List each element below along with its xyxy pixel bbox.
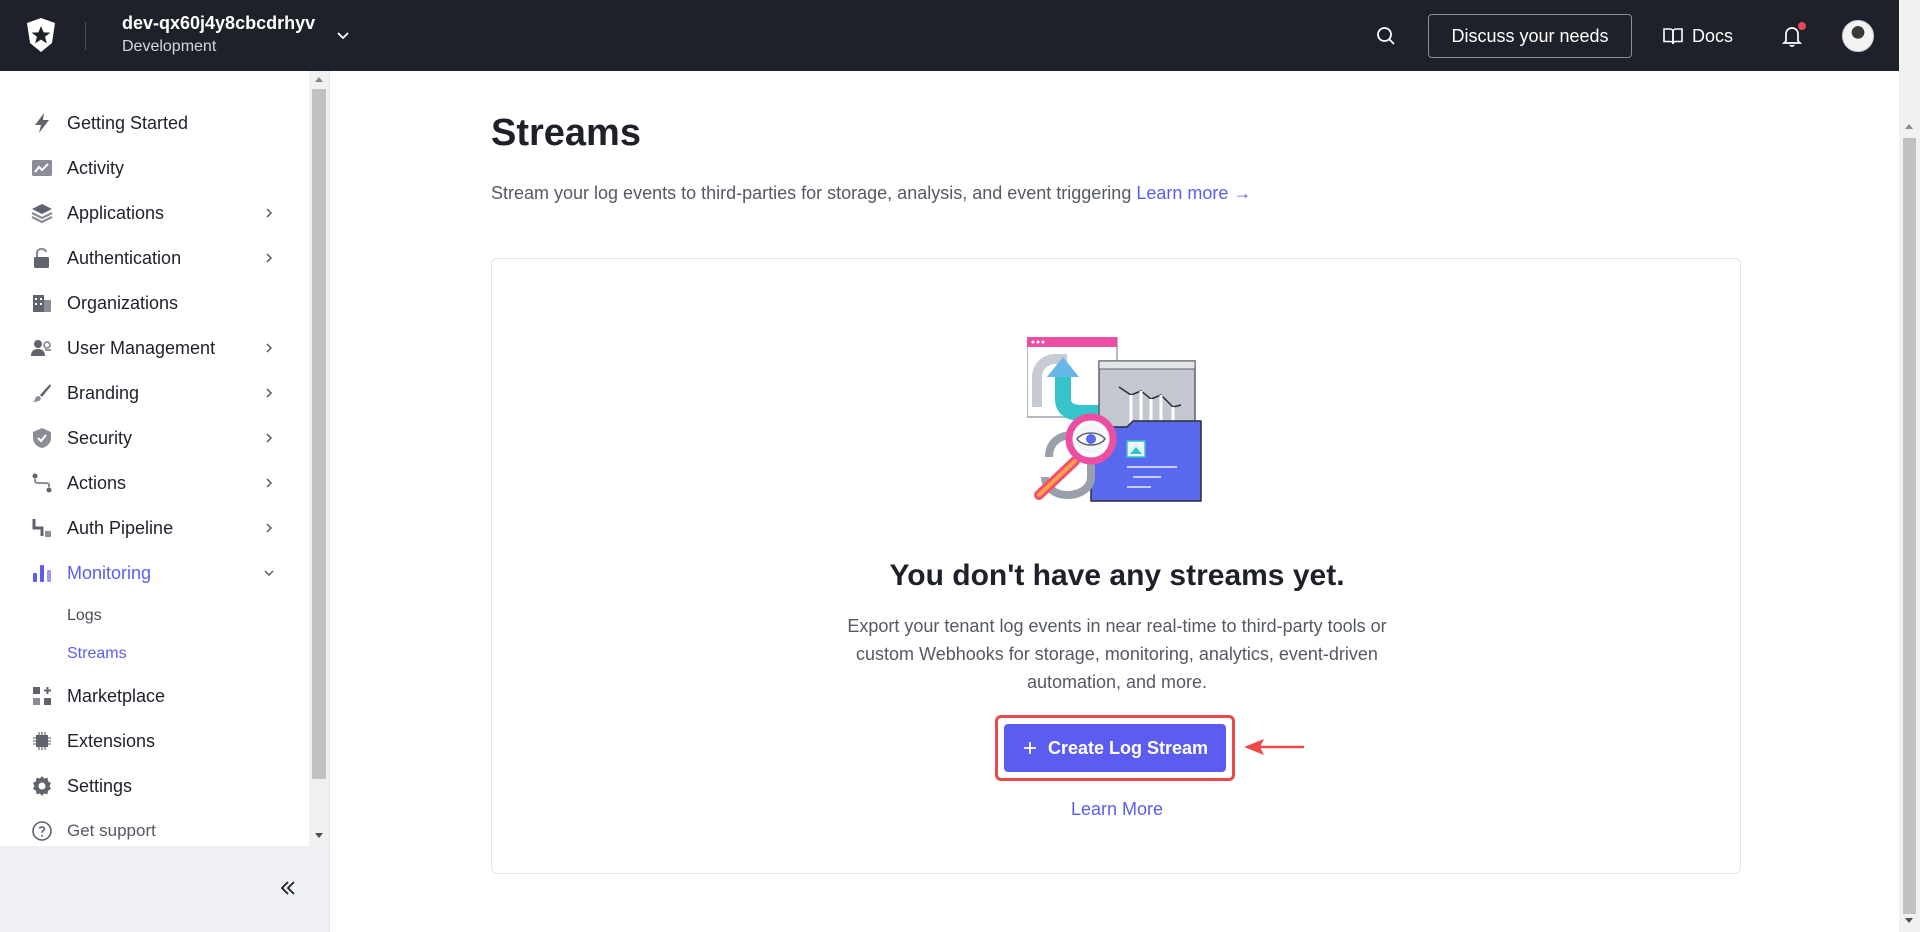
page-description: Stream your log events to third-parties … [491, 183, 1251, 204]
collapse-sidebar-icon[interactable] [276, 876, 300, 900]
top-bar: dev-qx60j4y8cbcdrhyv Development Discuss… [0, 0, 1920, 71]
sidebar-item-label: Organizations [67, 293, 179, 313]
chevron-right-icon [266, 478, 273, 488]
sidebar-item-auth-pipeline[interactable]: Auth Pipeline [0, 506, 295, 550]
sidebar-item-settings[interactable]: Settings [0, 764, 295, 808]
sidebar-scrollbar-thumb[interactable] [312, 89, 326, 779]
sidebar-item-label: Applications [67, 203, 165, 223]
sidebar-item-label: Security [67, 428, 133, 448]
discuss-your-needs-button[interactable]: Discuss your needs [1428, 14, 1632, 58]
sidebar-subitem-logs[interactable]: Logs [67, 607, 102, 625]
sidebar-item-organizations[interactable]: Organizations [0, 281, 295, 325]
main-content: Streams Stream your log events to third-… [331, 71, 1899, 932]
docs-link[interactable]: Docs [1662, 22, 1733, 50]
brush-icon [33, 384, 51, 402]
sidebar-item-label: User Management [67, 338, 216, 358]
create-log-stream-label: Create Log Stream [1047, 737, 1209, 758]
chip-icon [33, 732, 51, 750]
pipeline-icon [32, 519, 51, 537]
scroll-down-arrow-icon[interactable] [1905, 918, 1913, 923]
users-icon [31, 340, 51, 356]
shield-icon [33, 428, 51, 448]
actions-icon [32, 473, 52, 493]
create-log-stream-button[interactable]: Create Log Stream [1004, 724, 1226, 772]
grid-plus-icon [33, 687, 51, 705]
auth0-logo-icon[interactable] [24, 17, 58, 53]
topbar-divider [85, 22, 86, 50]
sidebar-item-label: Settings [67, 776, 133, 796]
page-scrollbar-thumb[interactable] [1903, 138, 1916, 914]
sidebar-item-security[interactable]: Security [0, 416, 295, 460]
building-icon [33, 295, 51, 312]
sidebar-item-label: Branding [67, 383, 140, 403]
activity-chart-icon [32, 160, 52, 176]
sidebar-item-branding[interactable]: Branding [0, 371, 295, 415]
sidebar-item-label: Extensions [67, 731, 156, 751]
plus-icon [1023, 742, 1036, 754]
chevron-down-icon[interactable] [334, 26, 352, 44]
tenant-name: dev-qx60j4y8cbcdrhyv [122, 13, 316, 33]
notification-badge [1797, 21, 1807, 31]
sidebar-item-monitoring[interactable]: Monitoring [0, 551, 295, 595]
sidebar: Getting Started Activity Applications Au… [0, 71, 330, 932]
learn-more-link[interactable]: Learn more → [1136, 183, 1251, 203]
lock-icon [34, 247, 49, 268]
sidebar-item-extensions[interactable]: Extensions [0, 719, 295, 763]
tenant-selector[interactable]: dev-qx60j4y8cbcdrhyv Development [122, 12, 315, 60]
scroll-up-arrow-icon[interactable] [315, 77, 323, 82]
chevron-right-icon [266, 523, 273, 533]
chevron-right-icon [266, 253, 273, 263]
empty-state-description: Export your tenant log events in near re… [847, 616, 1387, 692]
annotation-arrow-icon [1244, 739, 1304, 755]
empty-state-card: You don't have any streams yet. Export y… [491, 258, 1741, 874]
chevron-down-icon [264, 570, 274, 577]
streams-illustration-icon [1027, 337, 1202, 502]
sidebar-item-marketplace[interactable]: Marketplace [0, 674, 295, 718]
page-description-text: Stream your log events to third-parties … [491, 183, 1132, 203]
sidebar-item-label: Auth Pipeline [67, 518, 174, 538]
chevron-right-icon [266, 208, 273, 218]
chevron-right-icon [266, 433, 273, 443]
search-icon[interactable] [1374, 24, 1398, 48]
bar-chart-icon [33, 565, 51, 582]
sidebar-item-user-management[interactable]: User Management [0, 326, 295, 370]
page-scrollbar[interactable] [1899, 0, 1920, 932]
help-circle-icon [32, 821, 52, 841]
sidebar-item-activity[interactable]: Activity [0, 146, 295, 190]
sidebar-item-actions[interactable]: Actions [0, 461, 295, 505]
sidebar-item-getting-started[interactable]: Getting Started [0, 101, 295, 145]
sidebar-scrollbar[interactable] [309, 71, 329, 846]
scroll-up-arrow-icon[interactable] [1905, 124, 1913, 129]
get-support-label: Get support [67, 821, 156, 840]
book-icon [1663, 28, 1683, 45]
sidebar-item-applications[interactable]: Applications [0, 191, 295, 235]
sidebar-item-label: Monitoring [67, 563, 152, 583]
chevron-right-icon [266, 388, 273, 398]
gear-icon [33, 776, 51, 796]
lightning-icon [35, 113, 49, 133]
learn-more-button[interactable]: Learn More [492, 799, 1742, 820]
page-title: Streams [491, 112, 641, 154]
sidebar-subitem-streams[interactable]: Streams [67, 645, 127, 663]
sidebar-item-label: Getting Started [67, 113, 189, 133]
docs-label: Docs [1692, 25, 1734, 46]
tenant-environment: Development [122, 38, 217, 55]
layers-icon [31, 204, 53, 224]
get-support-link[interactable]: Get support [0, 811, 295, 851]
sidebar-footer [0, 846, 329, 932]
empty-state-title: You don't have any streams yet. [889, 559, 1345, 592]
sidebar-item-authentication[interactable]: Authentication [0, 236, 295, 280]
sidebar-item-label: Activity [67, 158, 125, 178]
scroll-down-arrow-icon[interactable] [315, 833, 323, 838]
user-avatar[interactable] [1842, 20, 1874, 52]
sidebar-item-label: Marketplace [67, 686, 166, 706]
sidebar-item-label: Authentication [67, 248, 182, 268]
sidebar-item-label: Actions [67, 473, 127, 493]
chevron-right-icon [266, 343, 273, 353]
